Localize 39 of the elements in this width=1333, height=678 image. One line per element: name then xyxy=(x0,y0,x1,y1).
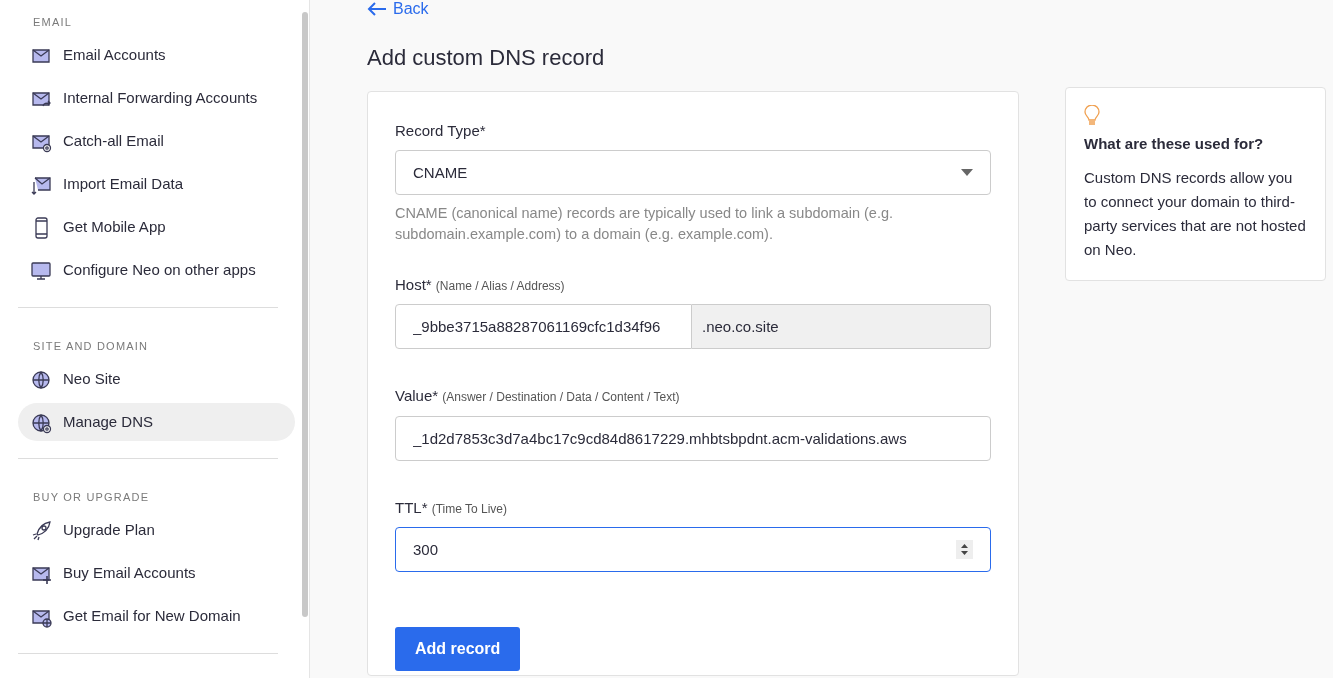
sidebar-item[interactable]: Get Email for New Domain xyxy=(18,597,295,636)
caret-icon xyxy=(961,169,973,177)
help-text: CNAME (canonical name) records are typically used to link a subdomain (e.g. subdomain.example.com) to a domain (e.g. example.com). xyxy=(395,204,895,244)
add-record-button[interactable]: Add record xyxy=(395,627,521,672)
field-label: Host* xyxy=(395,276,432,293)
sidebar-item[interactable]: Upgrade Plan xyxy=(18,511,295,550)
info-title: What are these used for? xyxy=(1084,134,1265,155)
scrollbar-thumb[interactable] xyxy=(302,12,308,617)
field-label: Value* xyxy=(395,387,439,405)
section-heading: BUY OR UPGRADE xyxy=(32,490,151,505)
host-input[interactable]: _9bbe3715a88287061169cfc1d34f96 xyxy=(395,304,692,350)
rocket-icon xyxy=(30,519,53,542)
back-link[interactable]: Back xyxy=(367,0,429,21)
sidebar-item[interactable]: Buy Email Accounts xyxy=(18,554,295,593)
section-heading: SITE AND DOMAIN xyxy=(32,338,150,354)
value-field[interactable]: _1d2d7853c3d7a4bc17c9cd84d8617229.mhbtsbpdnt.acm-validations.aws xyxy=(395,416,991,461)
field-label: TTL* xyxy=(395,499,428,516)
sidebar-item[interactable]: Configure Neo on other apps xyxy=(18,251,295,290)
section-heading: EMAIL xyxy=(32,15,73,30)
sidebar-item[interactable]: Catch-all Email xyxy=(18,122,295,161)
info-text: Custom DNS records allow you to connect your domain to third-party services that are not hosted on Neo. xyxy=(1084,167,1307,260)
sidebar-item[interactable]: Get Mobile App xyxy=(18,208,295,247)
spinner-icon[interactable] xyxy=(956,540,973,560)
back-arrow-icon xyxy=(367,2,387,16)
sidebar-item[interactable]: Manage DNS xyxy=(18,403,295,441)
page-title: Add custom DNS record xyxy=(367,44,606,71)
domain-suffix: .neo.co.site xyxy=(692,304,991,350)
ttl-field[interactable]: 300 xyxy=(395,527,991,573)
field-hint: (Name / Alias / Address) xyxy=(435,279,565,293)
sidebar-item[interactable]: Email Accounts xyxy=(18,36,295,75)
sidebar-item[interactable]: Import Email Data xyxy=(18,165,295,204)
sidebar-item[interactable]: Neo Site xyxy=(18,360,295,398)
lightbulb-icon xyxy=(1084,105,1100,128)
record-type-select[interactable]: CNAME xyxy=(395,150,991,196)
field-hint: (Time To Live) xyxy=(431,502,508,516)
monitor-icon xyxy=(30,259,53,282)
field-hint: (Answer / Destination / Data / Content / Text) xyxy=(442,390,680,405)
field-label: Record Type* xyxy=(395,121,486,139)
sidebar-item[interactable]: Internal Forwarding Accounts xyxy=(18,79,295,118)
